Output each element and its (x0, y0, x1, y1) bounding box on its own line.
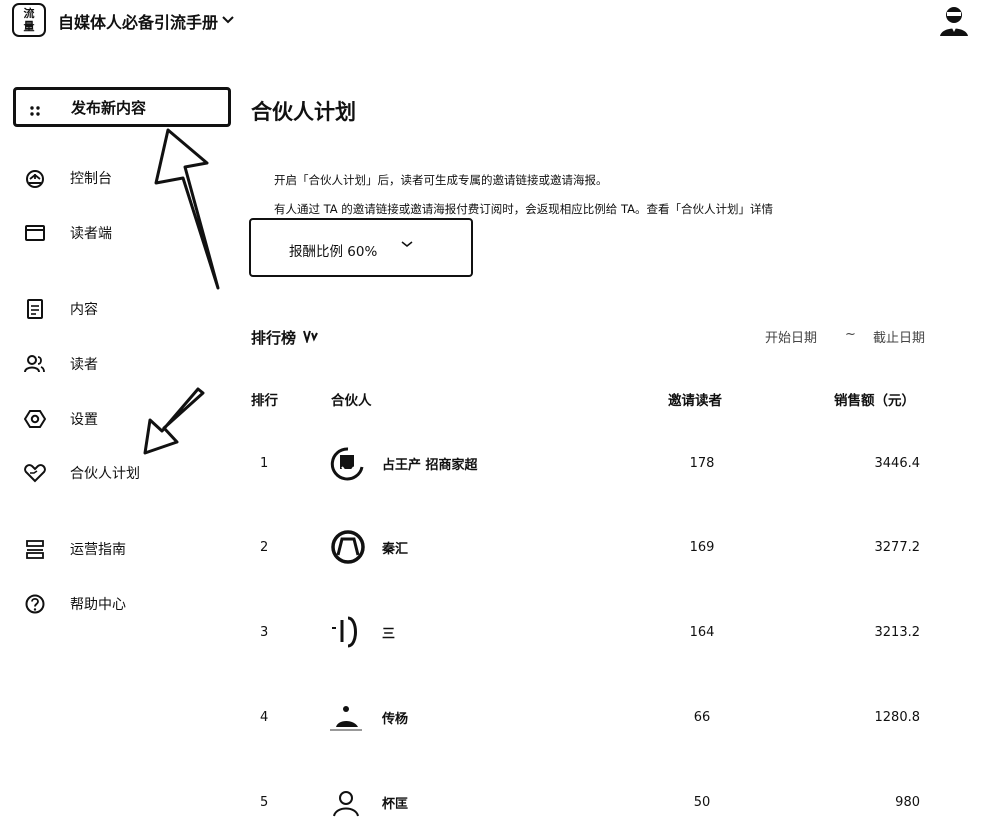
partner-name: 杯匡 (382, 797, 409, 812)
invited-readers-cell: 169 (689, 540, 715, 555)
page: 流 量 自媒体人必备引流手册 发布新内容 控制台 读者端 内容 读者 设置 合伙… (0, 0, 1007, 832)
reward-ratio-value: 报酬比例 60% (289, 244, 378, 260)
window-icon (24, 223, 46, 243)
app-switcher[interactable]: 自媒体人必备引流手册 (58, 9, 234, 33)
sidebar-item-label: 帮助中心 (70, 597, 126, 613)
document-icon (24, 299, 46, 319)
table-row[interactable]: 3 三 164 3213.2 (250, 614, 950, 654)
page-title: 合伙人计划 (251, 100, 356, 124)
partner-name: 秦汇 (382, 542, 409, 557)
settings-icon (23, 409, 47, 429)
rank-cell: 5 (260, 795, 269, 810)
sidebar-item-label: 设置 (70, 412, 98, 428)
sales-cell: 3446.4 (874, 456, 921, 471)
partner-name: 三 (382, 627, 396, 642)
logo-text-bottom: 量 (23, 20, 35, 33)
sidebar-item-label: 内容 (70, 302, 98, 318)
help-icon (24, 594, 46, 614)
partner-name: 占王产 招商家超 (382, 458, 478, 473)
date-range-separator: ~ (845, 327, 856, 342)
sales-cell: 3213.2 (874, 625, 921, 640)
chevron-down-icon (401, 238, 413, 253)
users-icon (24, 354, 46, 374)
invited-readers-cell: 66 (693, 710, 711, 725)
column-header-rank: 排行 (251, 393, 278, 409)
grid-dots-icon (30, 101, 40, 116)
partner-avatar (328, 699, 368, 735)
rank-cell: 1 (260, 456, 269, 471)
sidebar-item-label: 合伙人计划 (70, 466, 140, 482)
app-logo[interactable]: 流 量 (12, 3, 46, 37)
annotation-arrow-up (154, 128, 220, 290)
sales-cell: 3277.2 (874, 540, 921, 555)
guide-icon (24, 539, 46, 559)
invited-readers-cell: 164 (689, 625, 715, 640)
rank-cell: 4 (260, 710, 269, 725)
partner-avatar (328, 529, 368, 565)
invited-readers-cell: 50 (693, 795, 711, 810)
sales-cell: 980 (895, 795, 920, 810)
publish-new-content-button[interactable]: 发布新内容 (13, 87, 231, 127)
logo-text-top: 流 (23, 7, 35, 20)
app-name: 自媒体人必备引流手册 (58, 13, 219, 32)
partner-name: 传杨 (382, 712, 409, 727)
sidebar-item-label: 读者端 (70, 226, 112, 242)
publish-button-label: 发布新内容 (71, 99, 147, 117)
partner-avatar (328, 784, 368, 820)
sales-cell: 1280.8 (874, 710, 921, 725)
table-row[interactable]: 5 杯匡 50 980 (250, 784, 950, 824)
sort-icon[interactable] (302, 329, 318, 347)
end-date-input[interactable]: 截止日期 (873, 327, 925, 346)
chevron-down-icon (222, 14, 234, 29)
partner-avatar (328, 614, 368, 650)
table-row[interactable]: 1 占王产 招商家超 178 3446.4 (250, 445, 950, 485)
partner-avatar (328, 445, 368, 481)
plan-description-details: 有人通过 TA 的邀请链接或邀请海报付费订阅时，会返现相应比例给 TA。查看「合… (274, 202, 773, 216)
start-date-input[interactable]: 开始日期 (765, 327, 817, 346)
ranking-title: 排行榜 (251, 327, 318, 348)
sidebar-item-label: 控制台 (70, 171, 112, 187)
user-avatar[interactable] (938, 4, 970, 38)
dashboard-icon (24, 168, 46, 188)
invited-readers-cell: 178 (689, 456, 715, 471)
column-header-sales: 销售额（元） (834, 393, 915, 409)
heart-hand-icon (24, 463, 46, 483)
reward-ratio-select[interactable]: 报酬比例 60% (249, 218, 473, 277)
annotation-arrow-down (143, 387, 205, 455)
plan-description: 开启「合伙人计划」后，读者可生成专属的邀请链接或邀请海报。 (274, 173, 608, 187)
column-header-partner: 合伙人 (331, 393, 372, 409)
sidebar-item-label: 读者 (70, 357, 98, 373)
rank-cell: 3 (260, 625, 269, 640)
sidebar-item-label: 运营指南 (70, 542, 126, 558)
table-row[interactable]: 2 秦汇 169 3277.2 (250, 529, 950, 569)
column-header-invited-readers: 邀请读者 (668, 393, 722, 409)
rank-cell: 2 (260, 540, 269, 555)
table-row[interactable]: 4 传杨 66 1280.8 (250, 699, 950, 739)
ranking-title-text: 排行榜 (251, 329, 297, 347)
